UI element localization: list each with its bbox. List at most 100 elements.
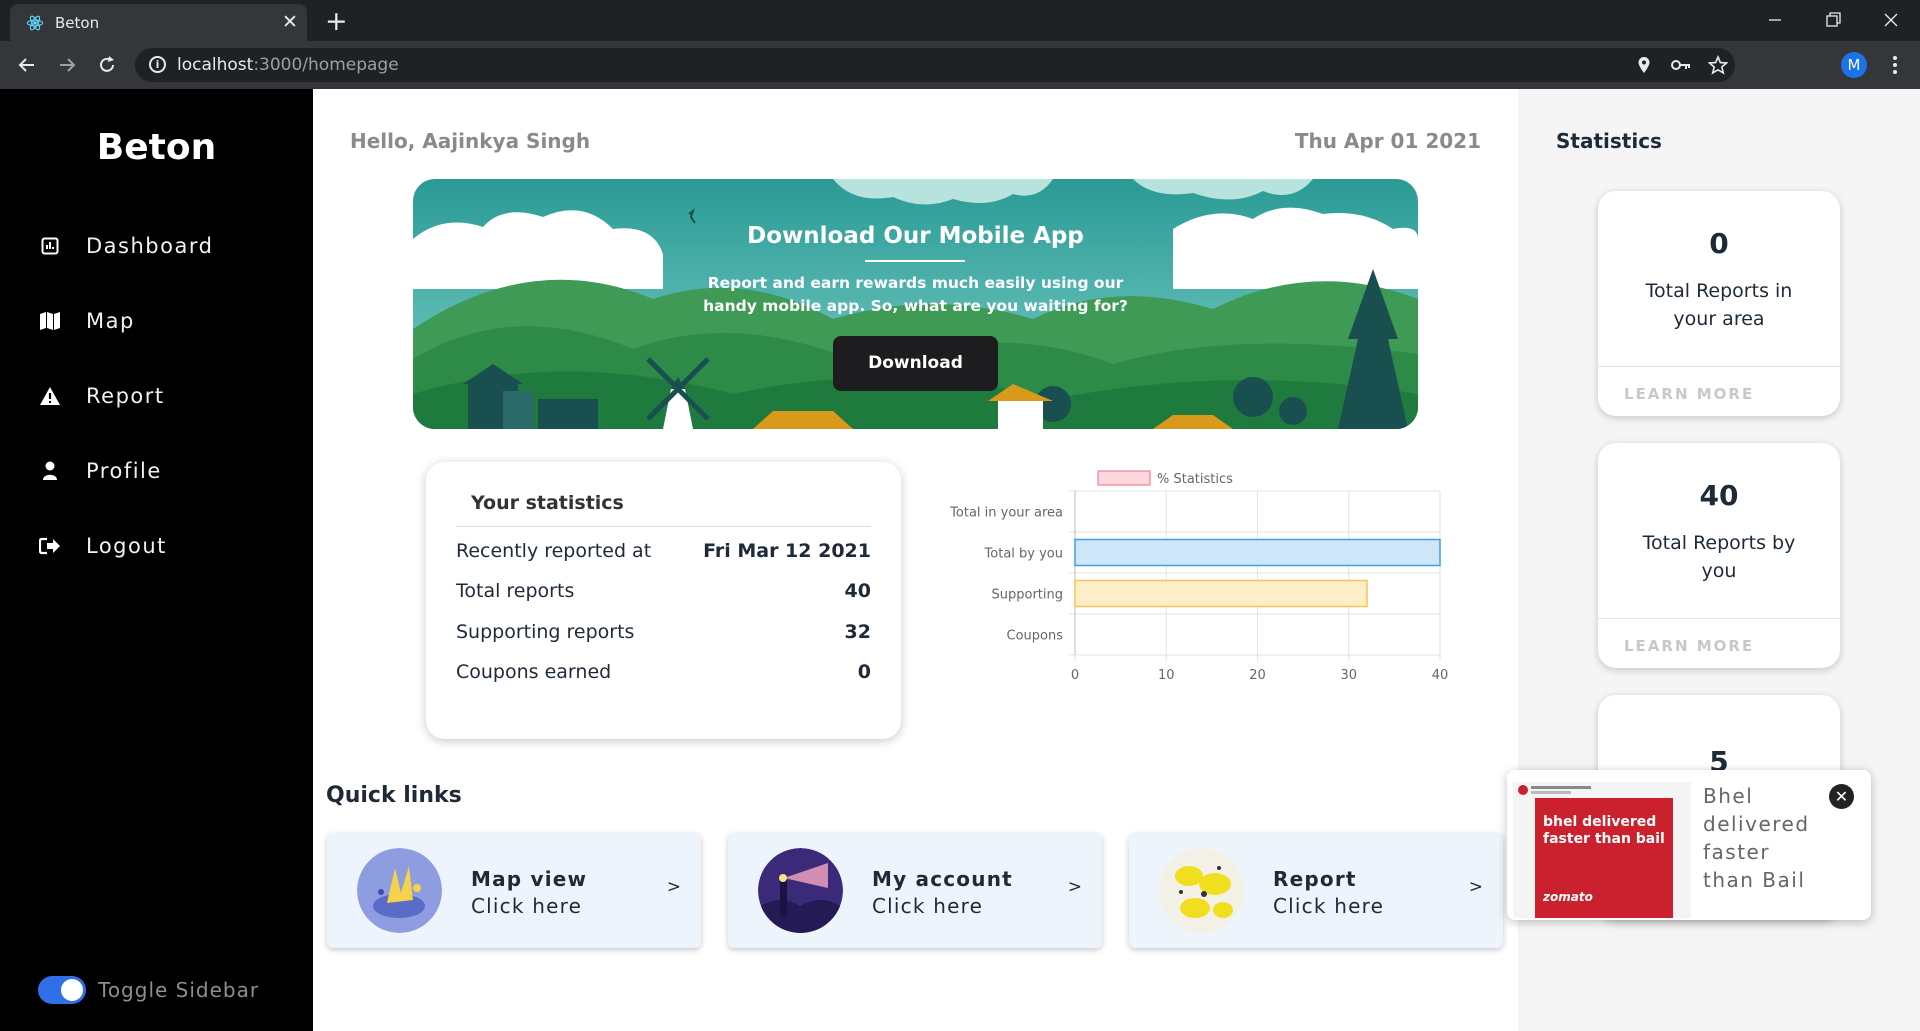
bar — [1074, 538, 1441, 567]
browser-tab-strip: Beton ✕ + — [0, 0, 1920, 41]
toggle-label: Toggle Sidebar — [98, 978, 260, 1002]
current-date: Thu Apr 01 2021 — [1294, 129, 1481, 153]
sidebar-item-dashboard[interactable]: Dashboard — [38, 226, 213, 266]
banner-title: Download Our Mobile App — [747, 223, 1084, 249]
key-icon[interactable] — [1670, 56, 1692, 74]
close-window-icon[interactable] — [1881, 10, 1901, 30]
chart-box-icon — [38, 234, 62, 258]
sidebar-item-profile[interactable]: Profile — [38, 451, 162, 491]
stat-card-label: Total Reports in your area — [1645, 280, 1793, 330]
new-tab-button[interactable]: + — [325, 6, 348, 37]
stat-row: Coupons earned 0 — [456, 661, 871, 683]
tab-title: Beton — [55, 14, 100, 32]
map-icon — [38, 309, 62, 333]
ad-brand: zomato — [1543, 890, 1593, 904]
stat-row: Recently reported at Fri Mar 12 2021 — [456, 540, 871, 562]
minimize-icon[interactable] — [1765, 10, 1785, 30]
legend-label: % Statistics — [1157, 472, 1233, 487]
y-tick-label: Coupons — [1007, 629, 1064, 644]
stat-label: Recently reported at — [456, 540, 652, 562]
report-illustration — [1159, 848, 1244, 933]
download-button[interactable]: Download — [833, 336, 998, 391]
close-icon[interactable]: ✕ — [1829, 784, 1854, 809]
star-icon[interactable] — [1708, 55, 1728, 75]
quick-link-subtitle: Click here — [872, 894, 984, 918]
ad-headline: bhel delivered faster than bail — [1543, 814, 1665, 847]
stat-card-area-reports: 0 Total Reports in your area LEARN MORE — [1598, 191, 1840, 416]
stat-card-your-reports: 40 Total Reports by you LEARN MORE — [1598, 443, 1840, 668]
banner-text-line: Report and earn rewards much easily usin… — [707, 274, 1124, 292]
sidebar-item-report[interactable]: Report — [38, 376, 165, 416]
chevron-right-icon: > — [666, 877, 681, 897]
toggle-knob — [61, 979, 83, 1001]
stat-value: Fri Mar 12 2021 — [703, 540, 871, 562]
stat-label: Supporting reports — [456, 621, 635, 643]
profile-avatar[interactable]: M — [1841, 52, 1867, 78]
quick-link-report[interactable]: Report Click here > — [1129, 833, 1503, 948]
back-icon[interactable] — [16, 54, 38, 76]
stat-value: 0 — [857, 661, 871, 683]
warning-icon — [38, 384, 62, 408]
ad-image: bhel delivered faster than bail zomato — [1513, 782, 1691, 918]
toggle-switch[interactable] — [38, 976, 86, 1004]
stat-card-value: 40 — [1699, 479, 1739, 512]
card-title: Your statistics — [471, 492, 624, 514]
tab-close-icon[interactable]: ✕ — [282, 11, 298, 33]
x-tick-label: 40 — [1432, 668, 1449, 683]
panel-title: Statistics — [1556, 129, 1662, 153]
restore-icon[interactable] — [1823, 10, 1843, 30]
quick-link-map-view[interactable]: Map view Click here > — [327, 833, 701, 948]
card-divider — [1598, 366, 1840, 367]
url-path: :3000/homepage — [253, 55, 399, 75]
y-tick-label: Total in your area — [949, 506, 1063, 521]
banner-divider — [865, 260, 965, 262]
banner-text-line: handy mobile app. So, what are you waiti… — [703, 297, 1128, 315]
stat-card-value: 0 — [1709, 227, 1729, 260]
stat-value: 32 — [844, 621, 871, 643]
quick-link-subtitle: Click here — [471, 894, 583, 918]
location-icon[interactable] — [1635, 56, 1653, 74]
menu-icon[interactable] — [1891, 54, 1899, 76]
greeting: Hello, Aajinkya Singh — [350, 129, 591, 153]
learn-more-link[interactable]: LEARN MORE — [1624, 637, 1754, 655]
card-divider — [1598, 618, 1840, 619]
quick-link-title: Report — [1273, 867, 1357, 891]
sidebar-item-map[interactable]: Map — [38, 301, 135, 341]
browser-tab[interactable]: Beton ✕ — [10, 4, 307, 41]
sidebar-item-label: Logout — [86, 534, 167, 558]
url-field[interactable]: i localhost:3000/homepage — [135, 48, 1735, 82]
address-bar: i localhost:3000/homepage M — [0, 41, 1920, 89]
learn-more-link[interactable]: LEARN MORE — [1624, 385, 1754, 403]
stat-row: Total reports 40 — [456, 580, 871, 602]
sidebar-item-label: Map — [86, 309, 135, 333]
chevron-right-icon: > — [1468, 877, 1483, 897]
url-text: localhost:3000/homepage — [177, 55, 399, 75]
sidebar-item-label: Profile — [86, 459, 162, 483]
y-tick-label: Supporting — [992, 588, 1064, 603]
chevron-right-icon: > — [1067, 877, 1082, 897]
toggle-sidebar[interactable]: Toggle Sidebar — [38, 976, 259, 1004]
brand-logo[interactable]: Beton — [0, 127, 313, 168]
banner-text: Report and earn rewards much easily usin… — [413, 272, 1418, 318]
my-account-illustration — [758, 848, 843, 933]
stat-label: Coupons earned — [456, 661, 612, 683]
sidebar-item-label: Dashboard — [86, 234, 214, 258]
sidebar-item-label: Report — [86, 384, 165, 408]
x-tick-label: 20 — [1249, 668, 1266, 683]
map-view-illustration — [357, 848, 442, 933]
url-host: localhost — [177, 55, 254, 75]
ad-popup[interactable]: bhel delivered faster than bail zomato B… — [1507, 770, 1871, 920]
info-icon[interactable]: i — [149, 56, 166, 73]
ad-text: Bhel delivered faster than Bail — [1703, 784, 1810, 892]
quick-link-title: My account — [872, 867, 1013, 891]
statistics-bar-chart: % Statistics 0 10 20 30 40 Total in your area T… — [949, 470, 1449, 683]
main-content: Hello, Aajinkya Singh Thu Apr 01 2021 Do… — [313, 89, 1518, 1031]
bar — [1074, 579, 1368, 608]
sidebar-item-logout[interactable]: Logout — [38, 526, 167, 566]
sidebar: Beton Dashboard Map Report Profile Logou… — [0, 89, 313, 1031]
forward-icon[interactable] — [56, 54, 78, 76]
reload-icon[interactable] — [96, 54, 118, 76]
quick-link-my-account[interactable]: My account Click here > — [728, 833, 1102, 948]
y-tick-label: Total by you — [984, 547, 1063, 562]
download-app-banner: Download Our Mobile App Report and earn … — [413, 179, 1418, 429]
